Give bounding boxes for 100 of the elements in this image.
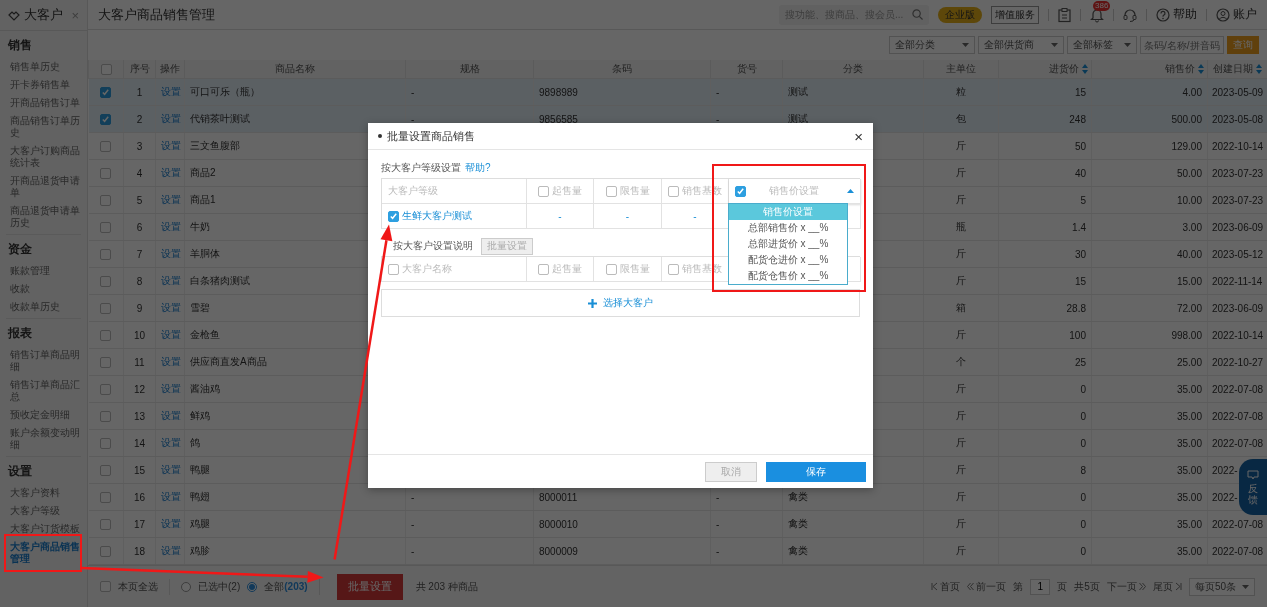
edit-link[interactable]: 设置 — [161, 247, 181, 261]
edit-link[interactable]: 设置 — [161, 517, 181, 531]
checkbox[interactable] — [100, 356, 112, 368]
table-cell: 可口可乐（瓶） — [190, 85, 260, 99]
first-page-button[interactable]: 首页 — [931, 579, 961, 594]
checkbox[interactable] — [100, 248, 112, 260]
close-button[interactable]: × — [854, 127, 863, 145]
edit-link[interactable]: 设置 — [161, 274, 181, 288]
table-cell: 2 — [136, 113, 143, 125]
help-link[interactable]: 帮助? — [465, 161, 491, 175]
edit-link[interactable]: 设置 — [161, 382, 181, 396]
checkbox[interactable] — [100, 518, 112, 530]
dropdown-option[interactable]: 总部销售价 x __% — [729, 220, 847, 236]
dropdown-option[interactable]: 配货仓进价 x __% — [729, 252, 847, 268]
edit-link[interactable]: 设置 — [161, 139, 181, 153]
edit-link[interactable]: 设置 — [161, 355, 181, 369]
checkbox[interactable] — [538, 263, 549, 275]
add-customer-button[interactable]: 选择大客户 — [381, 289, 860, 317]
checkbox[interactable] — [100, 140, 112, 152]
caret-down-icon — [1242, 584, 1249, 589]
edit-link[interactable]: 设置 — [161, 490, 181, 504]
table-cell: 17 — [133, 518, 146, 530]
checkbox[interactable] — [388, 263, 399, 275]
dropdown-option[interactable]: 配货仓售价 x __% — [729, 268, 847, 284]
table-cell: 三文鱼腹部 — [190, 139, 240, 153]
checkbox[interactable] — [100, 545, 112, 557]
checkbox[interactable] — [100, 383, 112, 395]
sidebar-item[interactable]: 大客户商品销售管理 — [6, 538, 81, 568]
column-header: 起售量 — [552, 184, 582, 198]
edit-link[interactable]: 设置 — [161, 544, 181, 558]
checkbox[interactable] — [100, 581, 111, 592]
edit-link[interactable]: 设置 — [161, 220, 181, 234]
checkbox[interactable] — [100, 302, 112, 314]
table-cell: 35.00 — [1176, 545, 1202, 557]
checkbox[interactable] — [100, 86, 112, 98]
table-cell: 6 — [136, 221, 143, 233]
filter-dropdown[interactable]: 全部供货商 — [978, 36, 1064, 54]
account-link[interactable]: 账户 — [1216, 6, 1257, 23]
table-cell: 酱油鸡 — [190, 382, 220, 396]
table-cell: 2022-10-14 — [1212, 140, 1264, 152]
checkbox[interactable] — [388, 210, 399, 222]
table-cell: 斤 — [956, 490, 966, 504]
radio-button[interactable] — [247, 581, 258, 592]
checkbox[interactable] — [100, 329, 112, 341]
checkbox[interactable] — [100, 275, 112, 287]
table-cell: 11 — [134, 356, 145, 368]
checkbox[interactable] — [100, 221, 112, 233]
radio-button[interactable] — [181, 581, 191, 592]
checkbox[interactable] — [668, 185, 679, 197]
checkbox[interactable] — [538, 185, 549, 197]
save-button[interactable]: 保存 — [766, 461, 866, 482]
edition-badge: 企业版 — [938, 6, 982, 23]
table-cell: 8000010 — [539, 518, 578, 530]
batch-settings-button[interactable]: 批量设置 — [336, 573, 403, 600]
edit-link[interactable]: 设置 — [161, 436, 181, 450]
checkbox[interactable] — [668, 263, 679, 275]
checkbox[interactable] — [100, 437, 112, 449]
dropdown-option[interactable]: 总部进货价 x __% — [729, 236, 847, 252]
table-cell: 4 — [136, 167, 143, 179]
checkbox[interactable] — [100, 491, 112, 503]
edit-link[interactable]: 设置 — [161, 166, 181, 180]
help-link[interactable]: 帮助 — [1156, 6, 1197, 23]
table-cell: 10 — [133, 329, 146, 341]
page-field[interactable]: 1 — [1030, 578, 1051, 595]
edit-link[interactable]: 设置 — [161, 409, 181, 423]
last-page-button[interactable]: 尾页 — [1152, 579, 1182, 594]
table-cell: 5 — [1080, 194, 1086, 206]
table-cell: 7 — [136, 248, 143, 260]
page-size-dropdown[interactable]: 每页50条 — [1188, 577, 1255, 596]
table-cell: - — [625, 210, 630, 222]
dropdown-option[interactable]: 销售价设置 — [729, 204, 847, 220]
table-cell: 14 — [133, 437, 146, 449]
checkbox[interactable] — [735, 185, 746, 197]
checkbox[interactable] — [100, 63, 112, 75]
checkbox[interactable] — [100, 167, 112, 179]
feedback-button[interactable]: 反馈 — [1239, 459, 1267, 515]
table-cell: 测试 — [788, 112, 808, 126]
clipboard-icon[interactable] — [1058, 7, 1071, 22]
checkbox[interactable] — [100, 464, 112, 476]
table-cell: 248 — [1069, 113, 1086, 125]
edit-link[interactable]: 设置 — [161, 301, 181, 315]
checkbox[interactable] — [605, 263, 617, 275]
query-button[interactable]: 查询 — [1227, 36, 1259, 54]
close-button[interactable]: × — [71, 7, 79, 23]
table-cell: - — [411, 518, 415, 530]
table-cell: 30 — [1074, 248, 1086, 260]
service-button[interactable]: 增值服务 — [991, 5, 1039, 24]
edit-link[interactable]: 设置 — [161, 328, 181, 342]
table-cell: 15 — [1074, 275, 1086, 287]
edit-link[interactable]: 设置 — [161, 463, 181, 477]
headset-icon[interactable] — [1123, 7, 1137, 22]
table-cell: - — [411, 491, 415, 503]
checkbox[interactable] — [100, 194, 112, 206]
bell-icon[interactable] — [1090, 7, 1104, 22]
edit-link[interactable]: 设置 — [161, 193, 181, 207]
table-cell: 粒 — [956, 85, 966, 99]
checkbox[interactable] — [605, 185, 617, 197]
checkbox[interactable] — [100, 113, 112, 125]
checkbox[interactable] — [100, 410, 112, 422]
table-cell: 斤 — [956, 544, 966, 558]
